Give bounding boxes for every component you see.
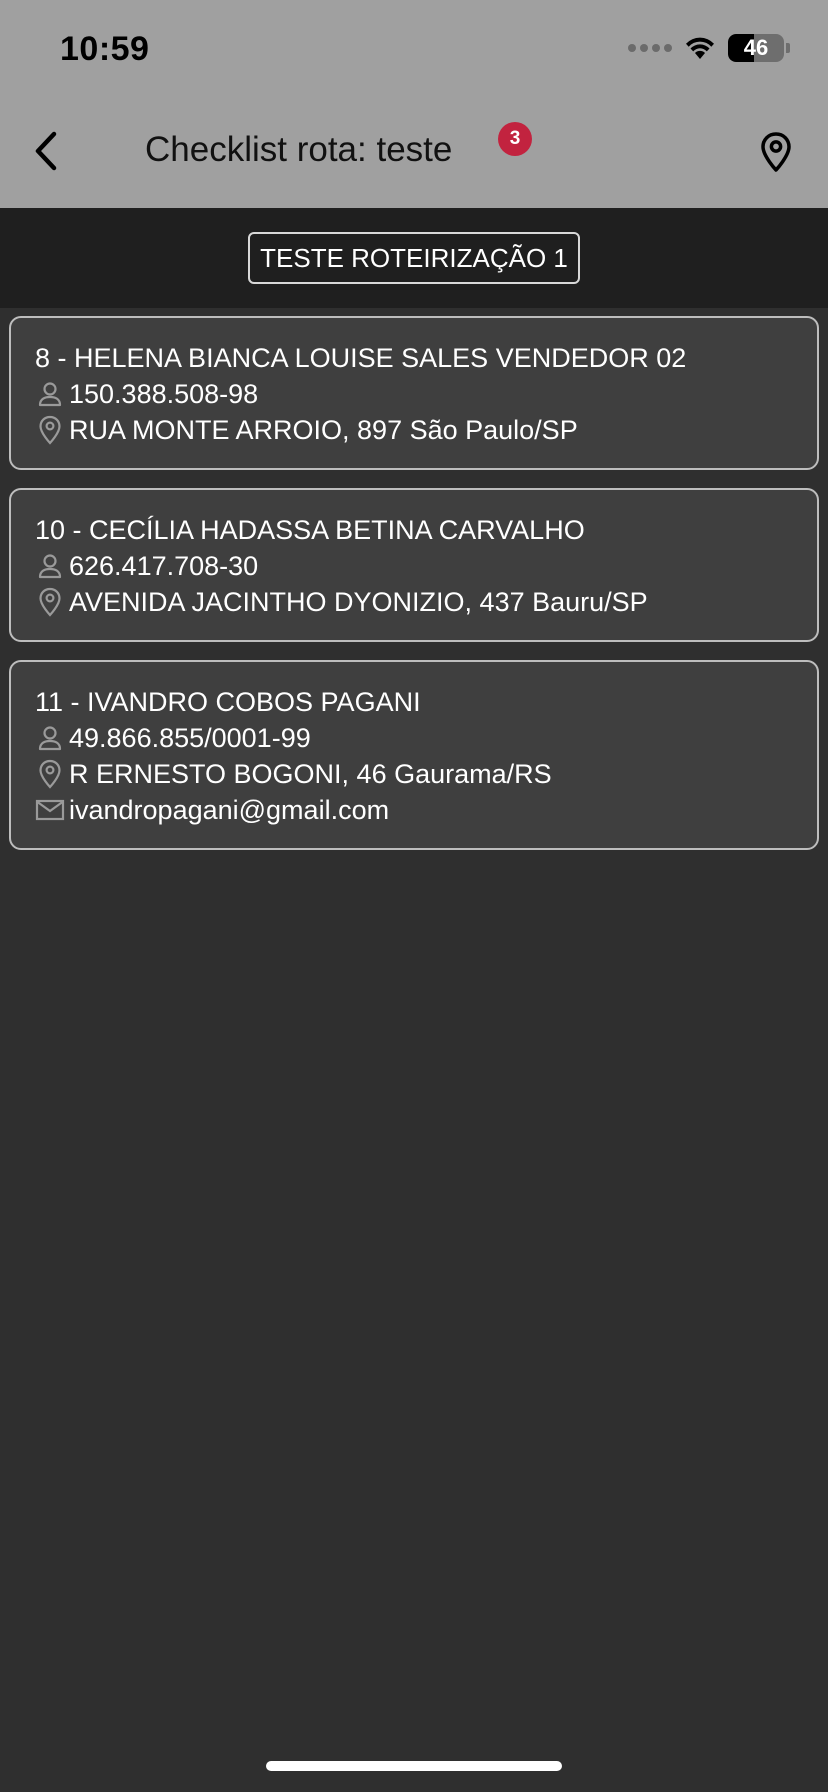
client-card[interactable]: 10 - CECÍLIA HADASSA BETINA CARVALHO 626… (9, 488, 819, 642)
route-filter-bar: TESTE ROTEIRIZAÇÃO 1 (0, 208, 828, 308)
location-pin-icon (35, 759, 65, 789)
client-card[interactable]: 8 - HELENA BIANCA LOUISE SALES VENDEDOR … (9, 316, 819, 470)
client-address-row: AVENIDA JACINTHO DYONIZIO, 437 Bauru/SP (35, 584, 793, 620)
page-title: Checklist rota: teste (145, 130, 453, 169)
person-icon (35, 551, 65, 581)
client-document: 49.866.855/0001-99 (69, 723, 311, 753)
client-address: RUA MONTE ARROIO, 897 São Paulo/SP (69, 415, 578, 445)
map-pin-icon (761, 132, 791, 172)
location-pin-icon (35, 415, 65, 445)
battery-level-text: 46 (743, 35, 769, 60)
client-name: 8 - HELENA BIANCA LOUISE SALES VENDEDOR … (35, 343, 687, 373)
home-indicator[interactable] (266, 1761, 562, 1771)
battery-icon: 46 (728, 34, 784, 62)
battery-cap (786, 43, 790, 53)
client-address: AVENIDA JACINTHO DYONIZIO, 437 Bauru/SP (69, 587, 648, 617)
person-icon (35, 723, 65, 753)
screen: 10:59 46 Checklist rota: teste 3 TESTE R… (0, 0, 828, 1792)
route-chip[interactable]: TESTE ROTEIRIZAÇÃO 1 (248, 232, 580, 284)
client-address: R ERNESTO BOGONI, 46 Gaurama/RS (69, 759, 552, 789)
client-document: 626.417.708-30 (69, 551, 259, 581)
map-button[interactable] (754, 128, 798, 176)
client-card[interactable]: 11 - IVANDRO COBOS PAGANI 49.866.855/000… (9, 660, 819, 850)
client-document-row: 626.417.708-30 (35, 548, 793, 584)
status-indicators: 46 (628, 34, 790, 62)
client-document-row: 150.388.508-98 (35, 376, 793, 412)
client-name: 11 - IVANDRO COBOS PAGANI (35, 687, 421, 717)
person-icon (35, 379, 65, 409)
client-address-row: R ERNESTO BOGONI, 46 Gaurama/RS (35, 756, 793, 792)
cellular-signal-icon (628, 44, 672, 52)
client-name: 10 - CECÍLIA HADASSA BETINA CARVALHO (35, 515, 585, 545)
client-document: 150.388.508-98 (69, 379, 259, 409)
location-pin-icon (35, 587, 65, 617)
envelope-icon (35, 795, 65, 825)
client-document-row: 49.866.855/0001-99 (35, 720, 793, 756)
wifi-icon (686, 37, 714, 59)
client-list: 8 - HELENA BIANCA LOUISE SALES VENDEDOR … (9, 316, 819, 868)
client-email-row: ivandropagani@gmail.com (35, 792, 793, 828)
client-address-row: RUA MONTE ARROIO, 897 São Paulo/SP (35, 412, 793, 448)
top-header: 10:59 46 Checklist rota: teste 3 (0, 0, 828, 208)
status-time: 10:59 (60, 30, 150, 68)
back-button[interactable] (26, 128, 66, 174)
count-badge: 3 (498, 122, 532, 156)
client-email: ivandropagani@gmail.com (69, 795, 390, 825)
chevron-left-icon (35, 131, 57, 171)
